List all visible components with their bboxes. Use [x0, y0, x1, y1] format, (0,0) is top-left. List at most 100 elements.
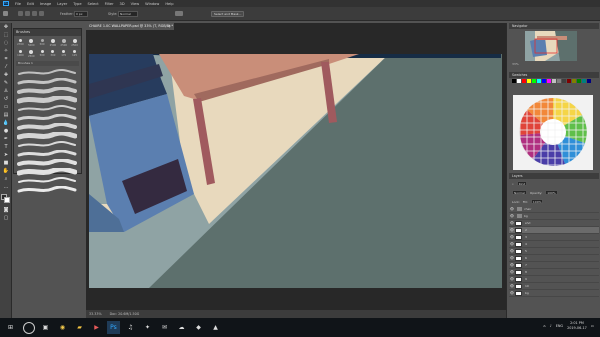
layer-row[interactable]: 👁 chair [509, 206, 599, 213]
photoshop-taskbar-icon[interactable]: Ps [107, 321, 120, 334]
crop-tool-icon[interactable]: ⌗ [2, 56, 10, 63]
subtract-selection-icon[interactable] [32, 11, 37, 16]
swatch[interactable] [557, 79, 561, 83]
feather-input[interactable]: 0 px [74, 11, 88, 17]
brush-stroke-preview[interactable] [17, 167, 78, 176]
network-icon[interactable]: ⌂ [543, 324, 545, 328]
brush-stroke-preview[interactable] [17, 68, 78, 77]
brush-stroke-preview[interactable] [17, 176, 78, 185]
menu-layer[interactable]: Layer [57, 2, 67, 6]
layer-row[interactable]: 👁 3 [509, 234, 599, 241]
style-select[interactable]: Normal [118, 11, 138, 17]
brush-stroke-preview[interactable] [17, 158, 78, 167]
navigator-zoom[interactable]: 33% [512, 62, 519, 66]
eyedropper-icon[interactable]: ⁄ [2, 64, 10, 71]
close-tab-icon[interactable]: × [168, 23, 171, 30]
chrome-icon[interactable]: ◉ [56, 321, 69, 334]
media-icon[interactable]: ▶ [90, 321, 103, 334]
swatch[interactable] [517, 79, 521, 83]
brush-tip[interactable]: 500 [39, 50, 46, 58]
path-select-icon[interactable]: ➤ [2, 152, 10, 159]
layer-row[interactable]: 👁 7 [509, 262, 599, 269]
brush-stroke-preview[interactable] [17, 104, 78, 113]
navigator-thumbnail[interactable] [525, 31, 577, 61]
background-color[interactable] [4, 197, 10, 203]
move-tool-icon[interactable]: ✥ [2, 24, 10, 31]
app-icon[interactable]: ☁ [175, 321, 188, 334]
layer-row[interactable]: 👁 10 [509, 283, 599, 290]
brush-tip[interactable]: 2500 [60, 39, 67, 47]
brush-tip[interactable]: 170 [60, 50, 67, 58]
clock[interactable]: 2:01 PM 2019-06-17 [567, 321, 587, 331]
swatch[interactable] [527, 79, 531, 83]
brush-tip[interactable]: 500 [39, 39, 46, 47]
task-view-icon[interactable]: ▣ [39, 321, 52, 334]
search-icon[interactable] [23, 321, 35, 334]
history-brush-icon[interactable]: ↺ [2, 96, 10, 103]
swatch[interactable] [532, 79, 536, 83]
menu-type[interactable]: Type [73, 2, 81, 6]
brush-tip[interactable]: 5000 [28, 39, 35, 47]
menu-file[interactable]: File [15, 2, 21, 6]
screen-mode-icon[interactable]: ▢ [2, 215, 10, 222]
clone-stamp-icon[interactable]: ♙ [2, 88, 10, 95]
menu-3d[interactable]: 3D [120, 2, 125, 6]
menu-edit[interactable]: Edit [27, 2, 34, 6]
swatch[interactable] [542, 79, 546, 83]
brush-tip[interactable]: 2500 [49, 39, 56, 47]
intersect-selection-icon[interactable] [39, 11, 44, 16]
menu-select[interactable]: Select [88, 2, 99, 6]
visibility-icon[interactable]: 👁 [509, 214, 515, 218]
brush-stroke-preview[interactable] [17, 122, 78, 131]
notifications-icon[interactable]: ▭ [591, 324, 594, 328]
healing-brush-icon[interactable]: ✚ [2, 72, 10, 79]
brush-tip[interactable]: 2700 [17, 39, 24, 47]
app-icon[interactable]: ◆ [192, 321, 205, 334]
canvas[interactable] [89, 54, 502, 288]
swatch[interactable] [512, 79, 516, 83]
blend-mode-select[interactable]: Normal [512, 190, 527, 195]
shape-tool-icon[interactable]: ■ [2, 160, 10, 167]
new-selection-icon[interactable] [18, 11, 23, 16]
more-tools-icon[interactable]: … [2, 184, 10, 191]
brush-stroke-preview[interactable] [17, 113, 78, 122]
marquee-tool-icon[interactable]: ⬚ [2, 32, 10, 39]
color-swatches[interactable] [1, 194, 11, 204]
layer-row[interactable]: 👁 bg [509, 290, 599, 297]
blur-tool-icon[interactable]: 💧 [2, 120, 10, 127]
menu-view[interactable]: View [131, 2, 140, 6]
brush-stroke-preview[interactable] [17, 95, 78, 104]
document-tab[interactable]: CHAIRE 1.0C WALLPAPER.psd @ 33% (T, RGB/… [86, 23, 174, 30]
layer-row[interactable]: 👁 5 [509, 248, 599, 255]
volume-icon[interactable]: ♪ [550, 324, 552, 328]
brush-stroke-preview[interactable] [17, 185, 78, 194]
swatch[interactable] [522, 79, 526, 83]
layer-row[interactable]: 👁 8 [509, 269, 599, 276]
zoom-tool-icon[interactable]: ⌕ [2, 176, 10, 183]
brush-tip[interactable]: 2500 [28, 50, 35, 58]
marquee-tool-icon[interactable] [3, 11, 8, 16]
brush-tip[interactable]: 1000 [17, 50, 24, 58]
type-tool-icon[interactable]: T [2, 144, 10, 151]
menu-filter[interactable]: Filter [105, 2, 114, 6]
opacity-input[interactable]: 100% [545, 190, 558, 195]
layer-row[interactable]: 👁 4 [509, 241, 599, 248]
app-icon[interactable]: ✉ [158, 321, 171, 334]
swatch[interactable] [582, 79, 586, 83]
brush-stroke-preview[interactable] [17, 86, 78, 95]
layer-row[interactable]: 👁 2 [509, 227, 599, 234]
lasso-tool-icon[interactable]: ◌ [2, 40, 10, 47]
quick-mask-icon[interactable]: ◙ [2, 207, 10, 214]
app-icon[interactable]: ♫ [124, 321, 137, 334]
brush-set-name[interactable]: Brushes 1 [16, 61, 79, 66]
select-and-mask-button[interactable]: Select and Mask... [211, 11, 245, 17]
swatch[interactable] [537, 79, 541, 83]
swatch[interactable] [587, 79, 591, 83]
brush-tool-icon[interactable]: ✎ [2, 80, 10, 87]
layer-row[interactable]: 👁 6 [509, 255, 599, 262]
color-wheel[interactable] [513, 95, 593, 170]
brush-stroke-preview[interactable] [17, 131, 78, 140]
menu-help[interactable]: Help [165, 2, 173, 6]
gradient-tool-icon[interactable]: ▤ [2, 112, 10, 119]
swatch[interactable] [572, 79, 576, 83]
